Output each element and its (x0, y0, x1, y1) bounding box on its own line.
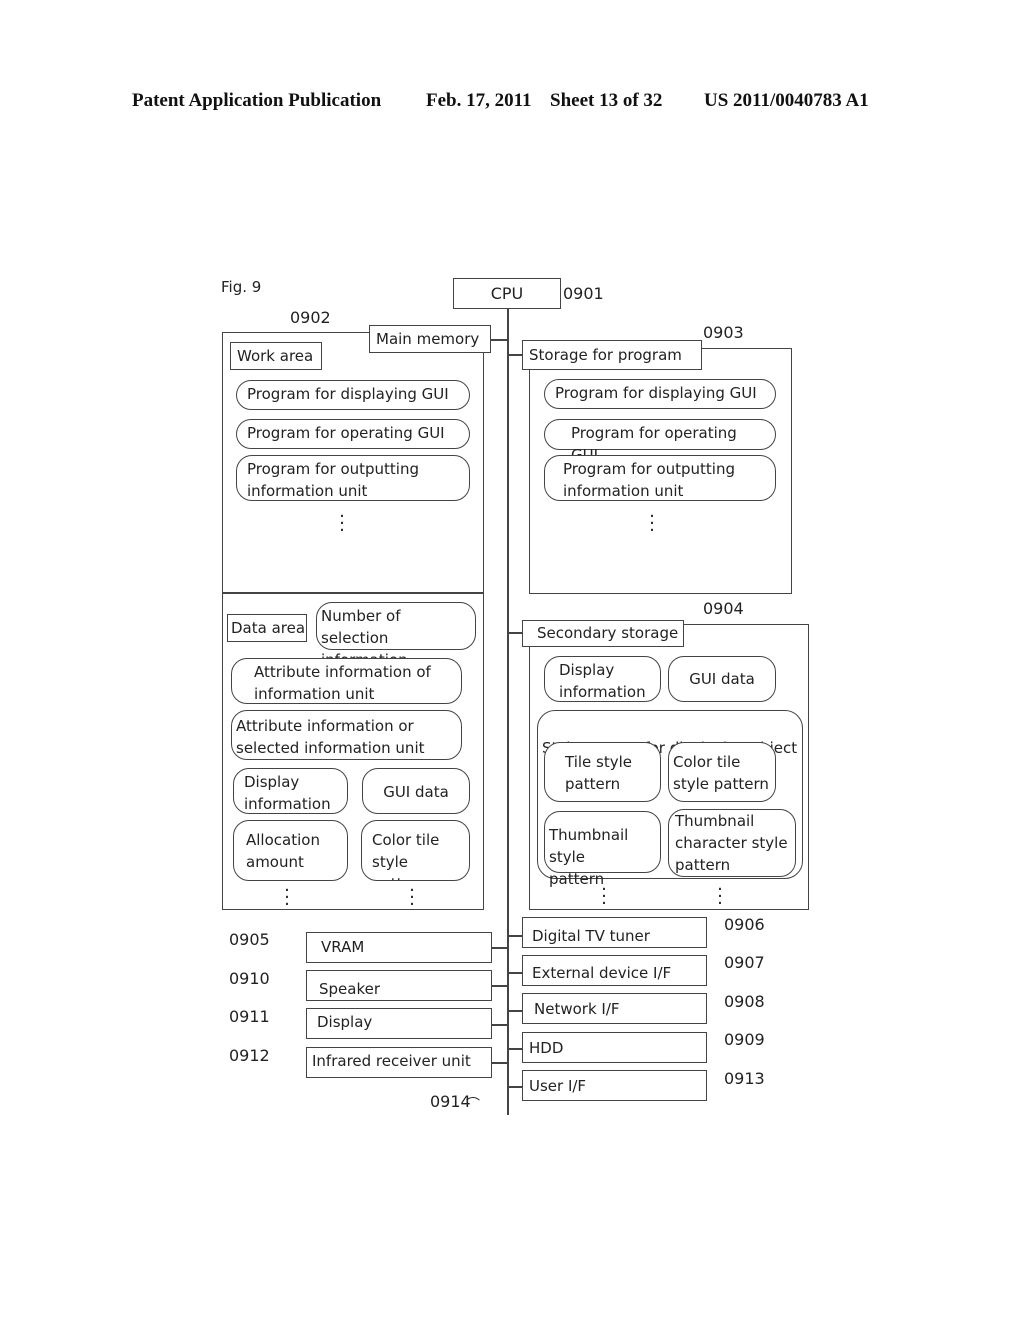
secondary-storage-ref: 0904 (703, 599, 744, 618)
storage-program-label: Storage for program (522, 340, 702, 370)
work-item: Program for outputting information unit (236, 455, 470, 501)
bus-link (507, 935, 522, 937)
data-item: Number of selection information (316, 602, 476, 669)
device-ref: 0909 (724, 1030, 765, 1049)
bus-link (491, 339, 507, 341)
bus-link (507, 632, 523, 634)
work-item: Program for operating GUI (236, 419, 470, 449)
program-item: Program for outputting information unit (544, 455, 776, 501)
secondary-item: GUI data (668, 656, 776, 702)
style-item: Tile style pattern (544, 742, 661, 802)
device-tv-tuner: Digital TV tuner (522, 917, 707, 948)
device-vram: VRAM (306, 932, 492, 963)
device-display: Display (306, 1008, 492, 1039)
device-speaker: Speaker (306, 970, 492, 1001)
bus-link (507, 1048, 522, 1050)
device-ref: 0905 (229, 930, 270, 949)
bus-link (507, 354, 523, 356)
patent-number: US 2011/0040783 A1 (704, 90, 869, 111)
data-item: Display information (233, 768, 348, 814)
device-ref: 0906 (724, 915, 765, 934)
publication-date: Feb. 17, 2011 (426, 90, 532, 111)
data-item: Attribute information of information uni… (231, 658, 462, 704)
publication-type: Patent Application Publication (132, 90, 382, 111)
secondary-item: Display information (544, 656, 661, 702)
cpu-box: CPU (453, 278, 561, 309)
device-external-if: External device I/F (522, 955, 707, 986)
system-bus (507, 309, 509, 1115)
main-memory-ref: 0902 (290, 308, 331, 327)
bus-link (507, 972, 522, 974)
style-item: Thumbnail character style pattern (668, 809, 796, 877)
ellipsis-icon: · · · (649, 506, 655, 541)
data-item: Color tile style pattern (361, 820, 470, 881)
ellipsis-icon: · · · (409, 880, 415, 915)
ellipsis-icon: · · · (601, 879, 607, 914)
device-ref: 0907 (724, 953, 765, 972)
cpu-ref: 0901 (563, 284, 604, 303)
device-user-if: User I/F (522, 1070, 707, 1101)
device-infrared: Infrared receiver unit (306, 1047, 492, 1078)
style-item: Thumbnail style pattern (544, 811, 661, 888)
work-item: Program for displaying GUI (236, 380, 470, 410)
device-ref: 0912 (229, 1046, 270, 1065)
device-ref: 0913 (724, 1069, 765, 1088)
device-ref: 0910 (229, 969, 270, 988)
leader-icon: ⌒ (466, 1097, 480, 1113)
ellipsis-icon: · · · (717, 879, 723, 914)
ellipsis-icon: · · · (339, 506, 345, 541)
data-item: Attribute information or selected inform… (231, 710, 462, 760)
program-item: Program for displaying GUI (544, 379, 776, 409)
figure-label: Fig. 9 (221, 278, 262, 296)
bus-link (507, 1010, 522, 1012)
data-item: Allocation amount (233, 820, 348, 881)
device-ref: 0908 (724, 992, 765, 1011)
ellipsis-icon: · · · (284, 880, 290, 915)
memory-divider (222, 592, 484, 594)
sheet-number: Sheet 13 of 32 (550, 90, 663, 111)
program-item: Program for operating GUI (544, 419, 776, 464)
main-memory-label: Main memory (369, 325, 491, 353)
data-area-label: Data area (227, 614, 307, 642)
device-ref: 0911 (229, 1007, 270, 1026)
device-hdd: HDD (522, 1032, 707, 1063)
storage-program-ref: 0903 (703, 323, 744, 342)
style-item: Color tile style pattern (668, 742, 776, 802)
bus-link (492, 1024, 507, 1026)
bus-link (492, 1062, 507, 1064)
secondary-storage-label: Secondary storage (522, 620, 684, 647)
bus-ref: 0914 (430, 1092, 471, 1111)
work-area-label: Work area (230, 342, 322, 370)
data-item: GUI data (362, 768, 470, 814)
bus-link (507, 1086, 522, 1088)
bus-link (492, 947, 507, 949)
device-network-if: Network I/F (522, 993, 707, 1024)
bus-link (492, 985, 507, 987)
